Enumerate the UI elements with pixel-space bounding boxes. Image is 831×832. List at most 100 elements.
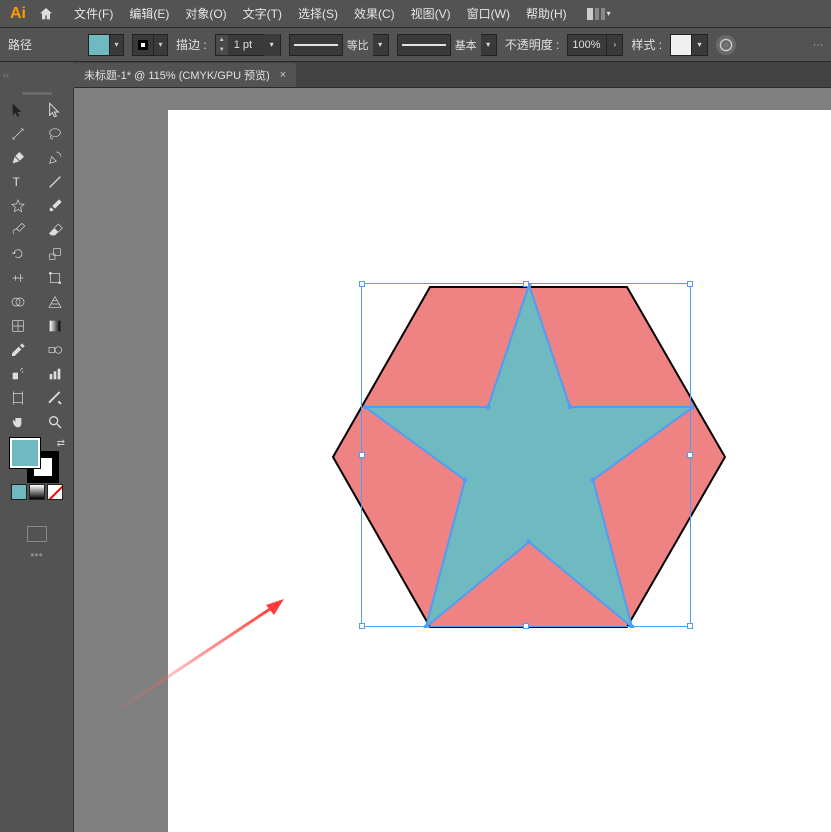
menu-type[interactable]: 文字(T) [235,1,290,26]
type-tool[interactable]: T [0,170,37,194]
home-button[interactable] [32,0,60,28]
stroke-color-control[interactable]: ▾ [132,34,168,56]
stroke-weight-up[interactable]: ▲ [216,35,228,45]
brush-icon [47,198,63,214]
edit-toolbar-button[interactable]: ••• [0,546,73,564]
color-mode-none[interactable] [47,484,63,500]
opacity-label: 不透明度 : [505,36,560,53]
style-dropdown[interactable]: ▾ [692,34,708,56]
profile-dropdown[interactable]: ▾ [373,34,389,56]
menu-select[interactable]: 选择(S) [290,1,346,26]
blend-tool[interactable] [37,338,74,362]
draw-inside[interactable] [47,504,63,520]
stroke-weight-field[interactable]: ▲ ▼ 1 pt ▾ [215,34,281,56]
brush-definition[interactable] [397,34,451,56]
cursor-icon [10,102,26,118]
panels-icon [587,8,605,20]
eraser-tool[interactable] [37,218,74,242]
profile-label: 等比 [343,37,373,53]
stroke-swatch[interactable] [132,34,154,56]
workspace-switcher[interactable]: ▾ [587,7,611,21]
perspective-icon [47,294,63,310]
color-mode-gradient[interactable] [29,484,45,500]
menu-view[interactable]: 视图(V) [403,1,459,26]
mesh-tool[interactable] [0,314,37,338]
menu-edit[interactable]: 编辑(E) [121,1,177,26]
transform-icon [47,270,63,286]
eyedropper-tool[interactable] [0,338,37,362]
brush-dropdown[interactable]: ▾ [481,34,497,56]
color-wheel-icon [719,38,733,52]
draw-behind[interactable] [29,504,45,520]
direct-selection-tool[interactable] [37,98,74,122]
scale-tool[interactable] [37,242,74,266]
curvature-icon [47,150,63,166]
fill-swatch[interactable] [88,34,110,56]
free-transform-tool[interactable] [37,266,74,290]
gradient-tool[interactable] [37,314,74,338]
screen-mode-button[interactable] [0,522,73,546]
opacity-dropdown[interactable]: › [607,34,623,56]
column-graph-tool[interactable] [37,362,74,386]
menu-object[interactable]: 对象(O) [177,1,234,26]
rotate-tool[interactable] [0,242,37,266]
stroke-weight-down[interactable]: ▼ [216,45,228,55]
collapse-panels-button[interactable]: ‹‹ [0,63,12,87]
hand-tool[interactable] [0,410,37,434]
stroke-weight-value[interactable]: 1 pt [228,39,264,51]
slice-tool[interactable] [37,386,74,410]
stroke-label: 描边 : [176,36,207,53]
menu-help[interactable]: 帮助(H) [518,1,575,26]
star-shape[interactable] [364,284,694,628]
tools-grip[interactable] [0,88,73,98]
curvature-tool[interactable] [37,146,74,170]
magic-wand-tool[interactable] [0,122,37,146]
default-fill-stroke[interactable] [6,468,18,480]
zoom-tool[interactable] [37,410,74,434]
fill-indicator[interactable] [10,438,40,468]
symbol-sprayer-tool[interactable] [0,362,37,386]
graphic-style-swatch[interactable] [670,34,692,56]
menu-window[interactable]: 窗口(W) [459,1,518,26]
canvas-area[interactable]: Baidu 经验 jingyan.baidu.com [74,88,831,832]
recolor-artwork-button[interactable] [716,35,736,55]
watermark: Baidu 经验 jingyan.baidu.com [711,749,817,818]
artboard-tool[interactable] [0,386,37,410]
pen-tool[interactable] [0,146,37,170]
swap-fill-stroke[interactable]: ⇄ [57,438,65,449]
gradient-icon [47,318,63,334]
app-logo: Ai [4,0,32,28]
artboard[interactable] [168,110,831,832]
style-label: 样式 : [631,36,662,53]
fill-dropdown[interactable]: ▾ [110,34,124,56]
selection-type-label: 路径 [8,36,32,53]
fill-color-control[interactable]: ▾ [88,34,124,56]
shape-tool[interactable] [0,194,37,218]
lasso-tool[interactable] [37,122,74,146]
fill-stroke-indicator[interactable]: ⇄ [4,438,69,480]
lasso-icon [47,126,63,142]
eraser-icon [47,222,63,238]
menu-effect[interactable]: 效果(C) [346,1,403,26]
tab-close-button[interactable]: × [280,69,286,81]
variable-width-profile[interactable] [289,34,343,56]
document-tab[interactable]: 未标题-1* @ 115% (CMYK/GPU 预览) × [74,63,296,87]
shape-builder-tool[interactable] [0,290,37,314]
menu-file[interactable]: 文件(F) [66,1,121,26]
paintbrush-tool[interactable] [37,194,74,218]
hand-icon [10,414,26,430]
stroke-dropdown[interactable]: ▾ [154,34,168,56]
color-mode-row [0,482,73,502]
stroke-weight-dropdown[interactable]: ▾ [264,34,280,56]
selection-tool[interactable] [0,98,37,122]
opacity-field[interactable]: 100% [567,34,607,56]
star-icon [10,198,26,214]
color-mode-solid[interactable] [11,484,27,500]
eyedropper-icon [10,342,26,358]
line-tool[interactable] [37,170,74,194]
perspective-grid-tool[interactable] [37,290,74,314]
draw-normal[interactable] [11,504,27,520]
width-tool[interactable] [0,266,37,290]
control-bar-overflow[interactable]: ⋮ [812,40,823,50]
blob-brush-tool[interactable] [0,218,37,242]
